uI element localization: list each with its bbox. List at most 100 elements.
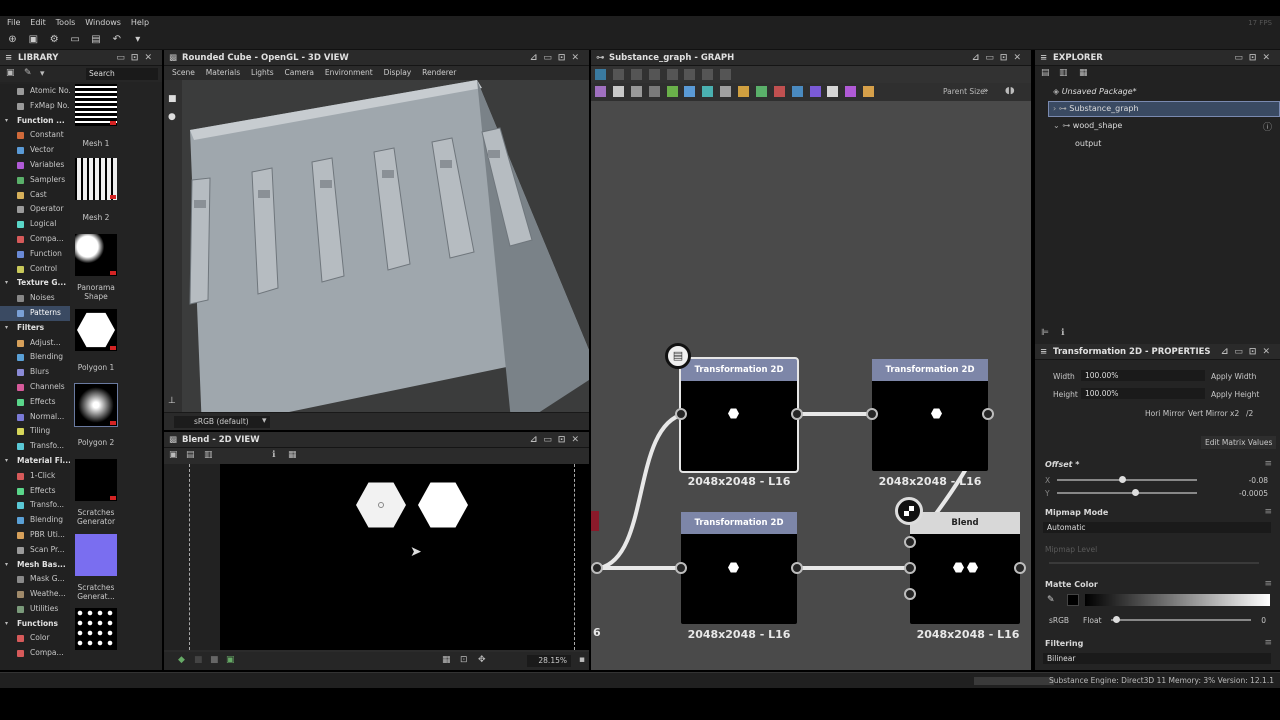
- output-port[interactable]: [1014, 562, 1026, 574]
- library-item[interactable]: Mask G...: [0, 572, 70, 587]
- normal-icon[interactable]: [684, 86, 696, 97]
- brush-icon[interactable]: ✎: [24, 68, 32, 78]
- grid-icon[interactable]: [720, 69, 732, 80]
- transform-icon[interactable]: [648, 86, 660, 97]
- matte-float-label[interactable]: Float: [1083, 616, 1102, 625]
- library-item[interactable]: Transfo...: [0, 439, 70, 454]
- scale-x2-button[interactable]: x2: [1230, 409, 1239, 418]
- panel-controls-icon[interactable]: ⊿▭⊡✕: [530, 432, 585, 448]
- frame-icon[interactable]: [595, 69, 606, 80]
- mipmap-mode-select[interactable]: Automatic: [1043, 522, 1271, 533]
- lock-icon[interactable]: ▪: [579, 655, 585, 665]
- menu-renderer[interactable]: Renderer: [422, 66, 456, 80]
- apply-width-button[interactable]: Apply Width: [1211, 372, 1256, 381]
- offset-x-slider[interactable]: [1057, 479, 1197, 481]
- node-transformation-2d[interactable]: Transformation 2D 2048x2048 - L16: [675, 357, 803, 488]
- library-item[interactable]: Cast: [0, 188, 70, 203]
- library-item[interactable]: Compa...: [0, 646, 70, 661]
- menu-scene[interactable]: Scene: [172, 66, 195, 80]
- histogram-icon[interactable]: ▦: [288, 450, 297, 460]
- library-item[interactable]: Blending: [0, 513, 70, 528]
- library-item[interactable]: FxMap No...: [0, 99, 70, 114]
- thumbnail-polygon-2[interactable]: [74, 383, 118, 427]
- library-item[interactable]: Utilities: [0, 602, 70, 617]
- light-icon[interactable]: ●: [168, 112, 176, 122]
- black-bg-icon[interactable]: ■: [194, 655, 203, 665]
- input-port[interactable]: [675, 562, 687, 574]
- offset-y-slider[interactable]: [1057, 492, 1197, 494]
- eyedropper-icon[interactable]: ✎: [1047, 595, 1055, 605]
- thumbnail-scratches-generator-2[interactable]: [75, 534, 117, 576]
- library-item[interactable]: Adjust...: [0, 336, 70, 351]
- library-item[interactable]: Effects: [0, 484, 70, 499]
- link-icon[interactable]: ▦: [1079, 68, 1088, 78]
- menu-camera[interactable]: Camera: [285, 66, 314, 80]
- menu-edit[interactable]: Edit: [30, 16, 46, 30]
- vert-mirror-button[interactable]: Vert Mirror: [1188, 409, 1228, 418]
- history-icon[interactable]: ▾: [132, 34, 143, 45]
- matte-srgb-label[interactable]: sRGB: [1049, 616, 1069, 625]
- library-item[interactable]: PBR Uti...: [0, 528, 70, 543]
- offset-y-value[interactable]: -0.0005: [1239, 489, 1268, 498]
- undo-icon[interactable]: ↶: [111, 34, 122, 45]
- library-item[interactable]: Transfo...: [0, 498, 70, 513]
- pan-icon[interactable]: ✥: [478, 655, 486, 665]
- layout-icon[interactable]: [702, 69, 714, 80]
- offset-x-value[interactable]: -0.08: [1249, 476, 1268, 485]
- output-port[interactable]: [791, 408, 803, 420]
- search-icon[interactable]: [666, 69, 678, 80]
- matte-color-swatch[interactable]: [1067, 594, 1079, 606]
- menu-display[interactable]: Display: [384, 66, 412, 80]
- hsl-icon[interactable]: [773, 86, 785, 97]
- offset-x-knob[interactable]: [1119, 476, 1126, 483]
- panel-controls-icon[interactable]: ⊿▭⊡✕: [1221, 344, 1276, 360]
- thumbnail-shapes[interactable]: [75, 608, 117, 650]
- filter-icon[interactable]: ▣: [6, 68, 15, 78]
- menu-materials[interactable]: Materials: [206, 66, 240, 80]
- library-item[interactable]: Noises: [0, 291, 70, 306]
- input-port-background[interactable]: [904, 562, 916, 574]
- input-port-mask[interactable]: [904, 588, 916, 600]
- matte-value-knob[interactable]: [1113, 616, 1120, 623]
- gizmo-icon[interactable]: ⊥: [168, 396, 176, 406]
- menu-tools[interactable]: Tools: [56, 16, 76, 30]
- panel-controls-icon[interactable]: ▭⊡✕: [116, 50, 158, 66]
- new-icon[interactable]: ⊕: [7, 34, 18, 45]
- library-item[interactable]: Patterns: [0, 305, 70, 321]
- library-category[interactable]: ▾ Mesh Bas...: [0, 558, 70, 573]
- library-item[interactable]: Compa...: [0, 232, 70, 247]
- levels-icon[interactable]: [702, 86, 714, 97]
- output-port[interactable]: [591, 562, 603, 574]
- library-item[interactable]: Constant: [0, 128, 70, 143]
- panel-controls-icon[interactable]: ⊿▭⊡✕: [972, 50, 1027, 66]
- node-transformation-2d[interactable]: Transformation 2D 2048x2048 - L16: [866, 359, 994, 488]
- toggle-icon[interactable]: ◖◗: [1005, 86, 1014, 96]
- library-item[interactable]: Vector: [0, 143, 70, 158]
- thumbnail-polygon-1[interactable]: [75, 309, 117, 351]
- matte-value-slider[interactable]: [1111, 619, 1251, 621]
- library-item[interactable]: Operator: [0, 202, 70, 217]
- zoom-field[interactable]: 28.15%: [527, 655, 571, 667]
- fit-icon[interactable]: ⊡: [460, 655, 468, 665]
- hori-mirror-button[interactable]: Hori Mirror: [1145, 409, 1185, 418]
- explorer-item-output[interactable]: output: [1075, 137, 1101, 151]
- menu-icon[interactable]: ≡: [1264, 579, 1272, 589]
- 2d-viewport[interactable]: ➤: [164, 464, 589, 650]
- library-search-input[interactable]: Search: [86, 68, 158, 80]
- scale-half-button[interactable]: /2: [1246, 409, 1253, 418]
- library-item[interactable]: Atomic No...: [0, 84, 70, 99]
- grid-icon[interactable]: ▦: [442, 655, 451, 665]
- 3d-viewport[interactable]: [182, 80, 589, 412]
- info-icon[interactable]: ⓘ: [1263, 120, 1272, 133]
- input-port-foreground[interactable]: [904, 536, 916, 548]
- package-item[interactable]: ◈ Unsaved Package*: [1053, 85, 1137, 99]
- panel-controls-icon[interactable]: ⊿▭⊡✕: [530, 50, 585, 66]
- node-transformation-2d[interactable]: Transformation 2D 2048x2048 - L16: [675, 512, 803, 641]
- library-item[interactable]: 1-Click: [0, 469, 70, 484]
- edit-matrix-button[interactable]: Edit Matrix Values: [1201, 436, 1277, 449]
- checker-bg-icon[interactable]: ▣: [226, 655, 235, 665]
- info-icon[interactable]: ℹ: [272, 450, 275, 460]
- pivot-marker[interactable]: [378, 502, 384, 508]
- explorer-item-substance-graph[interactable]: › ⊶ Substance_graph: [1048, 101, 1280, 117]
- menu-icon[interactable]: ≡: [1264, 459, 1272, 469]
